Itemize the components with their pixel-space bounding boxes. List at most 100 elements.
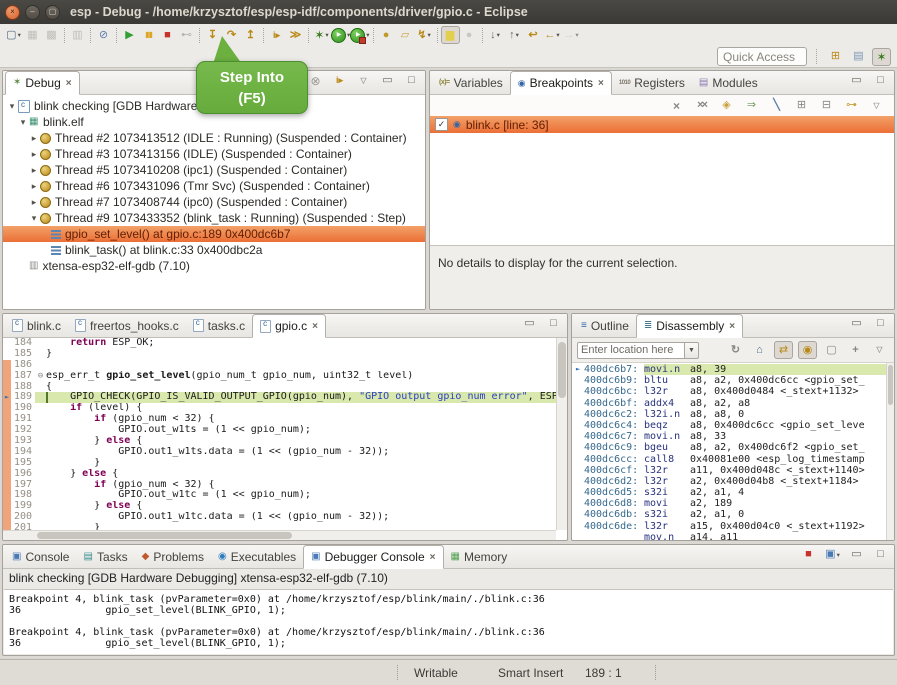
- disassembly-scrollbar[interactable]: [886, 363, 894, 540]
- disassembly-line[interactable]: mov.na14, a11: [572, 532, 886, 540]
- tree-expander-icon[interactable]: ▾: [18, 117, 28, 128]
- instruction-stepping-button[interactable]: [267, 26, 286, 44]
- view-menu-button[interactable]: [870, 341, 889, 359]
- search-dropdown-icon[interactable]: ▾: [428, 31, 431, 39]
- tab-variables[interactable]: Variables: [432, 71, 510, 94]
- forward-dropdown-icon[interactable]: ▾: [575, 31, 578, 39]
- refresh-button[interactable]: [726, 341, 745, 359]
- view-menu-button[interactable]: [354, 72, 373, 90]
- terminate-button[interactable]: [799, 546, 818, 564]
- tab-blink-c[interactable]: blink.c: [5, 314, 68, 337]
- open-perspective-button[interactable]: [826, 48, 845, 66]
- skip-all-breakpoints-button[interactable]: [94, 26, 113, 44]
- remove-button[interactable]: [667, 97, 686, 115]
- run-button[interactable]: ▾: [331, 26, 350, 44]
- prev-annotation-button[interactable]: ▾: [505, 26, 524, 44]
- view-menu-button[interactable]: [867, 97, 886, 115]
- code-line[interactable]: ►189 GPIO_CHECK(GPIO_IS_VALID_OUTPUT_GPI…: [3, 392, 556, 403]
- tree-expander-icon[interactable]: ▸: [29, 181, 39, 192]
- goto-file-button[interactable]: [742, 97, 761, 115]
- code-line[interactable]: 196 } else {: [3, 469, 556, 480]
- build-button[interactable]: [68, 26, 87, 44]
- tree-expander-icon[interactable]: ▾: [7, 101, 17, 112]
- disassembly-line[interactable]: 400dc6de:l32ra15, 0x400d04c0 <_stext+119…: [572, 521, 886, 532]
- tab-executables[interactable]: Executables: [211, 545, 303, 568]
- editor-horizontal-scrollbar[interactable]: [3, 530, 556, 540]
- disassembly-line[interactable]: 400dc6cf:l32ra11, 0x400d048c <_stext+114…: [572, 465, 886, 476]
- disassembly-line[interactable]: 400dc6bf:addx4a8, a2, a8: [572, 398, 886, 409]
- tab-breakpoints[interactable]: Breakpoints×: [510, 71, 612, 95]
- close-tab-icon[interactable]: ×: [66, 78, 72, 89]
- disassembly-line[interactable]: 400dc6d2:l32ra2, 0x400d04b8 <_stext+1184…: [572, 476, 886, 487]
- cpp-perspective-button[interactable]: [849, 48, 868, 66]
- disassembly-line[interactable]: 400dc6d8:movia2, 189: [572, 498, 886, 509]
- tab-memory[interactable]: Memory: [444, 545, 515, 568]
- prev-annotation-dropdown-icon[interactable]: ▾: [516, 31, 519, 39]
- debug-tree-row[interactable]: ▸Thread #6 1073431096 (Tmr Svc) (Suspend…: [3, 178, 425, 194]
- display-selected-button[interactable]: ▾: [823, 546, 842, 564]
- code-line[interactable]: 184 return ESP_OK;: [3, 338, 556, 349]
- close-tab-icon[interactable]: ×: [312, 321, 318, 332]
- scrollbar-thumb[interactable]: [888, 365, 893, 405]
- window-minimize-button[interactable]: –: [25, 5, 40, 20]
- collapse-all-button[interactable]: [817, 97, 836, 115]
- disassembly-line[interactable]: 400dc6db:s32ia2, a1, 0: [572, 509, 886, 520]
- pin-button[interactable]: [846, 341, 865, 359]
- window-close-button[interactable]: ×: [5, 5, 20, 20]
- scrollbar-thumb[interactable]: [37, 532, 292, 539]
- code-line[interactable]: 190 if (level) {: [3, 403, 556, 414]
- tab-console[interactable]: Console: [5, 545, 76, 568]
- disassembly-line[interactable]: 400dc6c7:movi.na8, 33: [572, 431, 886, 442]
- disassembly-line[interactable]: 400dc6d5:s32ia2, a1, 4: [572, 487, 886, 498]
- breakpoint-checkbox[interactable]: ✓: [435, 118, 448, 131]
- display-selected-dropdown-icon[interactable]: ▾: [837, 551, 840, 559]
- open-task-button[interactable]: [377, 26, 396, 44]
- suspend-button[interactable]: [139, 26, 158, 44]
- open-resource-button[interactable]: [396, 26, 415, 44]
- disassembly-line[interactable]: 400dc6bc:l32ra8, 0x400d0484 <_stext+1132…: [572, 386, 886, 397]
- maximize-button[interactable]: [871, 315, 890, 333]
- maximize-button[interactable]: [544, 315, 563, 333]
- close-tab-icon[interactable]: ×: [430, 552, 436, 563]
- code-line[interactable]: 199 } else {: [3, 501, 556, 512]
- link-with-debug-button[interactable]: [842, 97, 861, 115]
- next-annotation-button[interactable]: ▾: [486, 26, 505, 44]
- block-selection-button[interactable]: [460, 26, 479, 44]
- disassembly-line[interactable]: 400dc6b9:bltua8, a2, 0x400dc6cc <gpio_se…: [572, 375, 886, 386]
- search-button[interactable]: ▾: [415, 26, 434, 44]
- forward-button[interactable]: ▾: [562, 26, 581, 44]
- debug-tree-row[interactable]: ▸Thread #7 1073408744 (ipc0) (Suspended …: [3, 194, 425, 210]
- code-line[interactable]: 194 GPIO.out1_w1ts.data = (1 << (gpio_nu…: [3, 447, 556, 458]
- debug-tree-row[interactable]: blink_task() at blink.c:33 0x400dbc2a: [3, 242, 425, 258]
- tree-expander-icon[interactable]: ▸: [29, 165, 39, 176]
- disassembly-line[interactable]: 400dc6c9:bgeua8, a2, 0x400dc6f2 <gpio_se…: [572, 442, 886, 453]
- mark-occurrences-button[interactable]: [441, 26, 460, 44]
- new-dropdown-icon[interactable]: ▾: [18, 31, 21, 39]
- tree-expander-icon[interactable]: ▸: [29, 133, 39, 144]
- disassembly-line[interactable]: 400dc6c2:l32i.na8, a8, 0: [572, 409, 886, 420]
- location-dropdown-icon[interactable]: ▼: [685, 342, 699, 359]
- code-line[interactable]: 200 GPIO.out1_w1tc.data = (1 << (gpio_nu…: [3, 512, 556, 523]
- instruction-stepping-mode-button[interactable]: [330, 72, 349, 90]
- maximize-button[interactable]: [871, 72, 890, 90]
- disassembly-line[interactable]: 400dc6cc:call80x40081e00 <esp_log_timest…: [572, 454, 886, 465]
- disassembly-line[interactable]: ►400dc6b7:movi.na8, 39: [572, 364, 886, 375]
- remove-all-terminated-button[interactable]: [306, 72, 325, 90]
- close-tab-icon[interactable]: ×: [729, 321, 735, 332]
- save-all-button[interactable]: [42, 26, 61, 44]
- code-line[interactable]: 193 } else {: [3, 436, 556, 447]
- code-line[interactable]: 201 }: [3, 523, 556, 530]
- minimize-button[interactable]: [847, 72, 866, 90]
- debug-tree-row[interactable]: ▸Thread #5 1073410208 (ipc1) (Suspended …: [3, 162, 425, 178]
- code-line[interactable]: 192 GPIO.out_w1ts = (1 << gpio_num);: [3, 425, 556, 436]
- minimize-button[interactable]: [520, 315, 539, 333]
- tree-expander-icon[interactable]: ▸: [29, 197, 39, 208]
- close-tab-icon[interactable]: ×: [598, 78, 604, 89]
- tree-expander-icon[interactable]: ▸: [29, 149, 39, 160]
- tree-expander-icon[interactable]: ▾: [29, 213, 39, 224]
- debug-tree-row[interactable]: ▸Thread #3 1073413156 (IDLE) (Suspended …: [3, 146, 425, 162]
- resume-button[interactable]: [120, 26, 139, 44]
- external-tools-button[interactable]: ▾: [350, 26, 369, 44]
- maximize-button[interactable]: [871, 546, 890, 564]
- debug-tree-row[interactable]: ▾blink.elf: [3, 114, 425, 130]
